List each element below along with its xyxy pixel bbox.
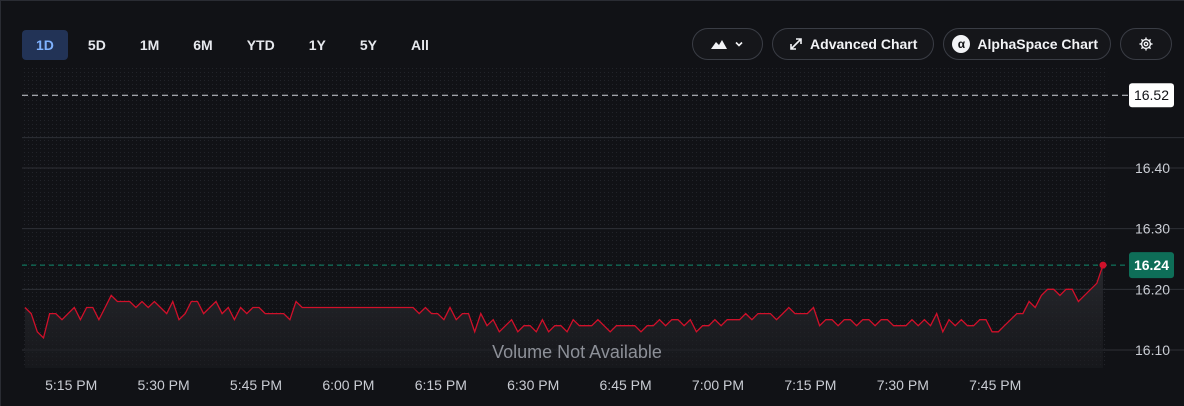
svg-text:16.24: 16.24 xyxy=(1134,257,1169,273)
x-axis: 5:15 PM 5:30 PM 5:45 PM 6:00 PM 6:15 PM 6:30 … xyxy=(45,377,1021,393)
x-tick-label: 5:45 PM xyxy=(230,377,282,393)
x-tick-label: 7:45 PM xyxy=(969,377,1021,393)
x-tick-label: 5:30 PM xyxy=(138,377,190,393)
x-tick-label: 6:30 PM xyxy=(507,377,559,393)
x-tick-label: 6:00 PM xyxy=(322,377,374,393)
x-tick-label: 7:00 PM xyxy=(692,377,744,393)
volume-empty-label: Volume Not Available xyxy=(492,342,662,362)
y-tick-label: 16.30 xyxy=(1135,221,1170,237)
y-tick-label: 16.10 xyxy=(1135,342,1170,358)
svg-text:16.52: 16.52 xyxy=(1134,87,1169,103)
price-chart: 16.40 16.30 16.20 16.10 5:15 PM 5:30 PM 5:45 … xyxy=(22,66,1184,393)
current-price-tag: 16.24 xyxy=(1129,252,1174,279)
x-tick-label: 5:15 PM xyxy=(45,377,97,393)
x-tick-label: 7:30 PM xyxy=(877,377,929,393)
y-tick-label: 16.20 xyxy=(1135,281,1170,297)
y-tick-label: 16.40 xyxy=(1135,160,1170,176)
x-tick-label: 7:15 PM xyxy=(784,377,836,393)
x-tick-label: 6:45 PM xyxy=(600,377,652,393)
high-price-tag: 16.52 xyxy=(1129,83,1174,108)
last-price-dot xyxy=(1099,261,1107,269)
x-tick-label: 6:15 PM xyxy=(415,377,467,393)
